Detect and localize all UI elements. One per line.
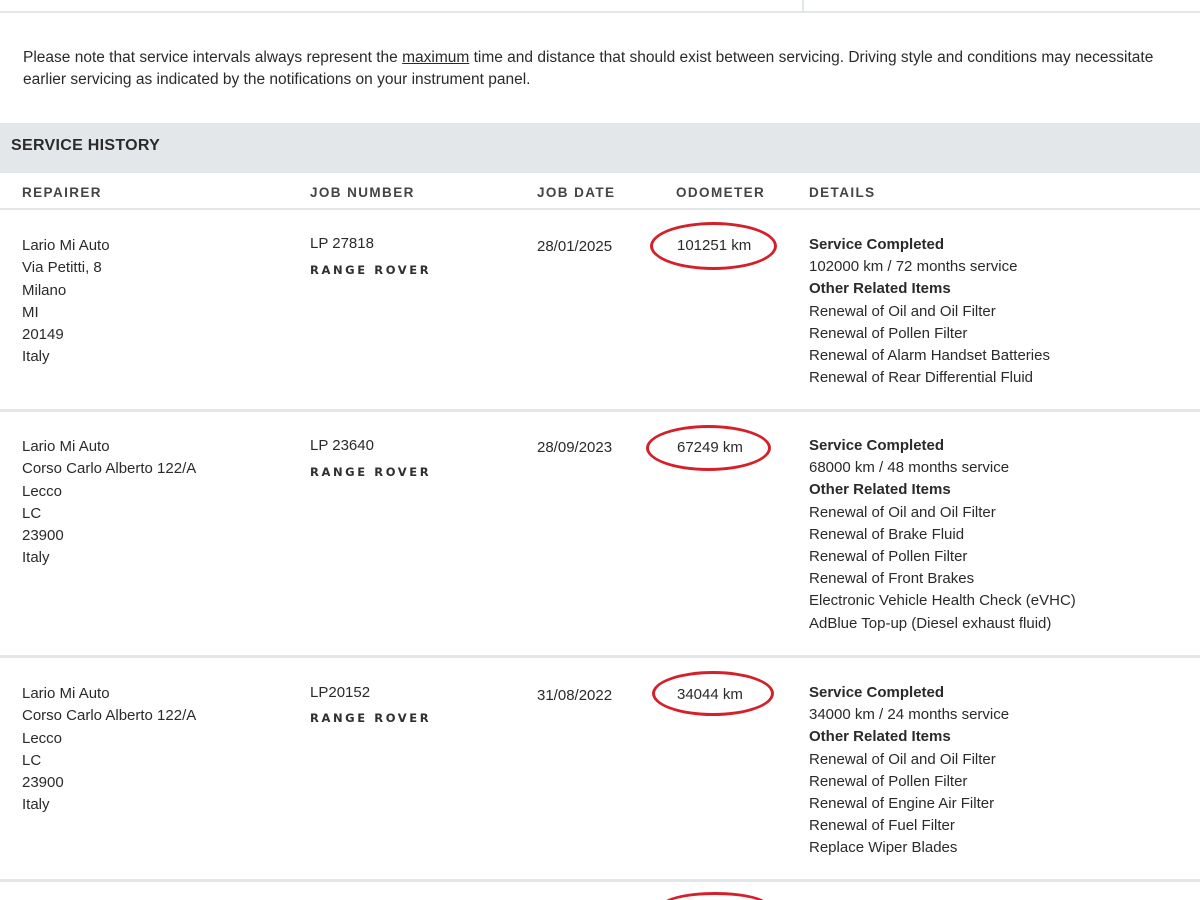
odometer-value: 101251 km [677, 237, 752, 254]
repairer-address: Lario Mi Auto Corso Carlo Alberto 122/A … [22, 683, 196, 817]
details-other-heading: Other Related Items [809, 481, 951, 499]
details-item: Replace Wiper Blades [809, 839, 958, 857]
repairer-postcode: 23900 [22, 774, 64, 792]
details-other-heading: Other Related Items [809, 728, 951, 746]
repairer-country: Italy [22, 348, 50, 366]
repairer-postcode: 23900 [22, 527, 64, 545]
details-service-interval: 102000 km / 72 months service [809, 258, 1018, 276]
job-number: LP 23640 [310, 437, 374, 454]
details-heading: Service Completed [809, 437, 945, 454]
job-date: 28/09/2023 [537, 439, 613, 456]
column-header-details: DETAILS [809, 185, 876, 200]
column-header-odometer: ODOMETER [676, 185, 766, 200]
repairer-city: Lecco [22, 482, 63, 500]
details-item: Renewal of Oil and Oil Filter [809, 302, 996, 320]
job-date: 31/08/2022 [537, 687, 613, 704]
section-title: SERVICE HISTORY [11, 137, 161, 154]
note-text-before: Please note that service intervals alway… [23, 49, 403, 66]
box-divider [802, 0, 804, 11]
repairer-street: Via Petitti, 8 [22, 259, 102, 277]
service-history-page: Please note that service intervals alway… [0, 0, 1200, 900]
repairer-street: Corso Carlo Alberto 122/A [22, 707, 197, 725]
details-other-heading: Other Related Items [809, 280, 951, 298]
details-heading: Service Completed [809, 684, 945, 701]
repairer-country: Italy [22, 796, 50, 814]
section-header: SERVICE HISTORY [0, 123, 1200, 173]
details-item: Renewal of Rear Differential Fluid [809, 369, 1033, 387]
odometer-value: 34044 km [677, 686, 743, 703]
repairer-province: MI [22, 303, 39, 321]
details-item: Renewal of Pollen Filter [809, 772, 968, 790]
details-item: Renewal of Brake Fluid [809, 525, 965, 543]
details-item: Renewal of Oil and Oil Filter [809, 750, 996, 768]
column-header-repairer: REPAIRER [22, 185, 102, 200]
repairer-name: Lario Mi Auto [22, 237, 110, 254]
note-emphasis: maximum [402, 49, 470, 66]
service-interval-note: Please note that service intervals alway… [23, 47, 1183, 91]
job-number: LP20152 [310, 684, 371, 701]
repairer-country: Italy [22, 549, 50, 567]
details-item: Renewal of Alarm Handset Batteries [809, 347, 1050, 365]
repairer-address: Lario Mi Auto Corso Carlo Alberto 122/A … [22, 436, 196, 570]
details-item: Renewal of Engine Air Filter [809, 795, 995, 813]
service-details: Service Completed 68000 km / 48 months s… [809, 435, 1076, 635]
previous-section-box [0, 0, 1200, 13]
job-number: LP 27818 [310, 235, 374, 252]
brand-logo: RANGE ROVER [310, 711, 432, 725]
details-item: Renewal of Oil and Oil Filter [809, 503, 996, 521]
odometer-value: 67249 km [677, 439, 743, 456]
details-heading: Service Completed [809, 236, 945, 253]
repairer-name: Lario Mi Auto [22, 685, 110, 702]
row-divider [0, 655, 1200, 658]
details-service-interval: 34000 km / 24 months service [809, 706, 1010, 724]
header-rule [0, 208, 1200, 210]
brand-logo: RANGE ROVER [310, 263, 432, 277]
details-service-interval: 68000 km / 48 months service [809, 459, 1010, 477]
brand-logo: RANGE ROVER [310, 465, 432, 479]
repairer-city: Milano [22, 281, 67, 299]
repairer-city: Lecco [22, 729, 63, 747]
row-divider [0, 409, 1200, 412]
repairer-postcode: 20149 [22, 326, 64, 344]
odometer-highlight-ring-partial [660, 892, 770, 900]
row-divider [0, 879, 1200, 882]
job-date: 28/01/2025 [537, 238, 613, 255]
repairer-province: LC [22, 504, 42, 522]
details-item: AdBlue Top-up (Diesel exhaust fluid) [809, 614, 1052, 632]
repairer-street: Corso Carlo Alberto 122/A [22, 460, 197, 478]
repairer-name: Lario Mi Auto [22, 438, 110, 455]
service-details: Service Completed 102000 km / 72 months … [809, 234, 1050, 389]
service-details: Service Completed 34000 km / 24 months s… [809, 682, 1009, 860]
column-header-job-date: JOB DATE [537, 185, 616, 200]
column-header-job-number: JOB NUMBER [310, 185, 415, 200]
repairer-province: LC [22, 751, 42, 769]
details-item: Renewal of Front Brakes [809, 570, 975, 588]
details-item: Renewal of Fuel Filter [809, 817, 955, 835]
details-item: Electronic Vehicle Health Check (eVHC) [809, 592, 1076, 610]
details-item: Renewal of Pollen Filter [809, 324, 968, 342]
repairer-address: Lario Mi Auto Via Petitti, 8 Milano MI 2… [22, 235, 110, 369]
details-item: Renewal of Pollen Filter [809, 548, 968, 566]
